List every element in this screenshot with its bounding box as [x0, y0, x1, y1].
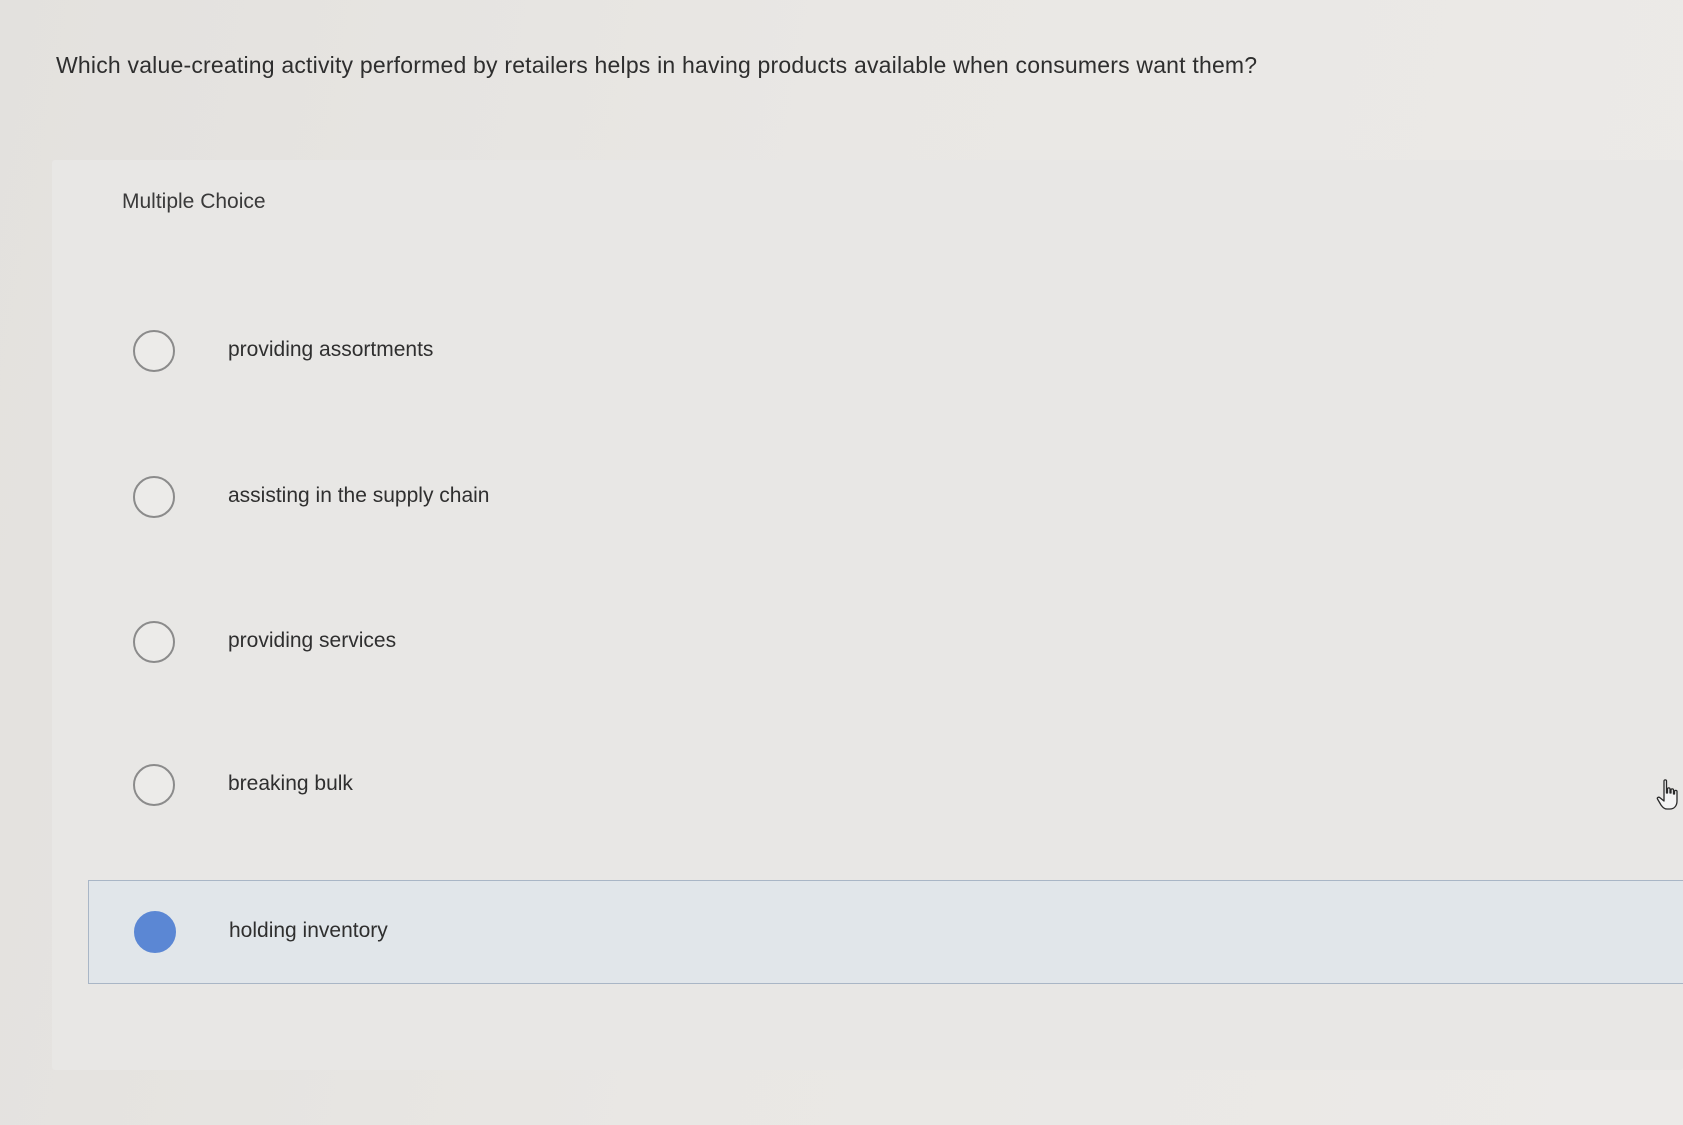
- radio-button[interactable]: [133, 476, 175, 518]
- radio-button-selected[interactable]: [134, 911, 176, 953]
- option-assisting-supply-chain[interactable]: assisting in the supply chain: [88, 446, 1683, 550]
- radio-button[interactable]: [133, 621, 175, 663]
- option-label: providing assortments: [228, 338, 434, 361]
- hand-pointer-icon: [1656, 779, 1678, 810]
- option-providing-services[interactable]: providing services: [88, 591, 1683, 695]
- option-label: holding inventory: [229, 919, 388, 942]
- question-text: Which value-creating activity performed …: [56, 52, 1258, 78]
- option-breaking-bulk[interactable]: breaking bulk: [88, 734, 1683, 838]
- radio-button[interactable]: [133, 330, 175, 372]
- option-label: assisting in the supply chain: [228, 484, 490, 507]
- option-providing-assortments[interactable]: providing assortments: [88, 300, 1683, 404]
- page: Which value-creating activity performed …: [0, 0, 1683, 1125]
- option-label: providing services: [228, 629, 397, 652]
- option-label: breaking bulk: [228, 772, 353, 795]
- option-holding-inventory[interactable]: holding inventory: [88, 880, 1683, 984]
- question-type-label: Multiple Choice: [122, 190, 266, 213]
- radio-button[interactable]: [133, 764, 175, 806]
